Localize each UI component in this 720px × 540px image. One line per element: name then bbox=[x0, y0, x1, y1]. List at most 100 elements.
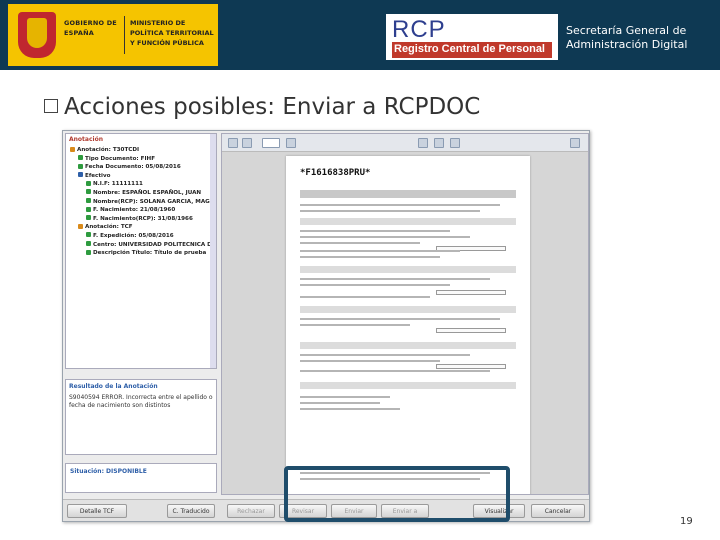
tree-node-icon bbox=[78, 223, 83, 229]
document-line bbox=[300, 402, 380, 404]
tree-item[interactable]: F. Nacimiento: 21/08/1960 bbox=[66, 206, 216, 215]
tree-item[interactable]: N.I.F: 11111111 bbox=[66, 180, 216, 189]
tree-item-label: Efectivo bbox=[85, 172, 111, 179]
document-section bbox=[300, 218, 516, 225]
rcp-logo-text: RCP bbox=[392, 16, 446, 43]
tree-item[interactable]: Tipo Documento: FIHF bbox=[66, 155, 216, 164]
document-line bbox=[300, 236, 470, 238]
tree-item-label: F. Nacimiento: 21/08/1960 bbox=[93, 207, 176, 214]
annotation-tree: Anotación Anotación: T30TCDI Tipo Documen… bbox=[65, 133, 217, 369]
tree-node-icon bbox=[78, 163, 83, 169]
document-line bbox=[300, 408, 400, 410]
slide-header: GOBIERNO DE ESPAÑA MINISTERIO DE POLÍTIC… bbox=[0, 0, 720, 70]
coat-of-arms-icon bbox=[18, 12, 56, 58]
zoom-out-icon[interactable] bbox=[450, 138, 460, 148]
ministerio-label: MINISTERIO DE POLÍTICA TERRITORIAL Y FUN… bbox=[130, 19, 214, 47]
document-line bbox=[300, 354, 470, 356]
tree-item[interactable]: Efectivo bbox=[66, 172, 216, 181]
viewer-toolbar bbox=[222, 134, 588, 152]
tree-node-icon bbox=[86, 180, 91, 186]
tree-item-label: F. Nacimiento(RCP): 31/08/1966 bbox=[93, 215, 193, 222]
tree-node-icon bbox=[78, 172, 83, 178]
app-screenshot: Anotación Anotación: T30TCDI Tipo Documen… bbox=[62, 130, 590, 522]
tree-node-icon bbox=[86, 241, 91, 247]
document-section bbox=[300, 342, 516, 349]
document-line bbox=[300, 396, 390, 398]
action-button[interactable]: Rechazar bbox=[227, 504, 275, 518]
document-code: *F1616838PRU* bbox=[300, 168, 371, 178]
tree-scrollbar[interactable] bbox=[210, 134, 216, 368]
page-field[interactable] bbox=[262, 138, 280, 148]
page-number: 19 bbox=[680, 516, 693, 527]
tree-item-label: F. Expedición: 05/08/2016 bbox=[93, 232, 174, 239]
tree-item[interactable]: Nombre: ESPAÑOL ESPAÑOL, JUAN bbox=[66, 189, 216, 198]
situation-panel: Situación: DISPONIBLE bbox=[65, 463, 217, 493]
result-heading: Resultado de la Anotación bbox=[69, 383, 158, 390]
document-line bbox=[300, 242, 420, 244]
action-button[interactable]: C. Traducido bbox=[167, 504, 215, 518]
situation-status: Situación: DISPONIBLE bbox=[70, 468, 147, 475]
prev-page-icon[interactable] bbox=[228, 138, 238, 148]
action-button[interactable]: Detalle TCF bbox=[67, 504, 127, 518]
action-button[interactable]: Cancelar bbox=[531, 504, 585, 518]
tree-item[interactable]: Anotación: T30TCDI bbox=[66, 146, 216, 155]
fit-page-icon[interactable] bbox=[418, 138, 428, 148]
tree-node-icon bbox=[86, 249, 91, 255]
close-icon[interactable] bbox=[570, 138, 580, 148]
slide-title: Acciones posibles: Enviar a RCPDOC bbox=[44, 94, 480, 120]
document-field bbox=[436, 364, 506, 369]
document-line bbox=[300, 360, 440, 362]
tree-item-label: Nombre(RCP): SOLANA GARCIA, MAGDAL bbox=[93, 198, 217, 205]
secretaria-label: Secretaría General de Administración Dig… bbox=[566, 24, 688, 51]
document-line bbox=[300, 250, 460, 252]
document-viewer: *F1616838PRU* bbox=[221, 133, 589, 495]
tree-item-label: N.I.F: 11111111 bbox=[93, 181, 143, 188]
tree-item-label: Nombre: ESPAÑOL ESPAÑOL, JUAN bbox=[93, 189, 202, 196]
zoom-in-icon[interactable] bbox=[434, 138, 444, 148]
gobierno-label: GOBIERNO DE ESPAÑA bbox=[64, 19, 117, 37]
tree-item-label: Tipo Documento: FIHF bbox=[85, 155, 156, 162]
tree-node-icon bbox=[86, 198, 91, 204]
document-line bbox=[300, 296, 430, 298]
tree-node-icon bbox=[86, 215, 91, 221]
tree-rows: Anotación: T30TCDI Tipo Documento: FIHF Fe… bbox=[66, 146, 216, 258]
tree-item[interactable]: Nombre(RCP): SOLANA GARCIA, MAGDAL bbox=[66, 198, 216, 207]
slide-title-text: Acciones posibles: Enviar a RCPDOC bbox=[64, 94, 481, 120]
document-line bbox=[300, 278, 490, 280]
tree-item-label: Anotación: TCF bbox=[85, 224, 133, 231]
tree-item[interactable]: Centro: UNIVERSIDAD POLITECNICA DE MAI bbox=[66, 241, 216, 250]
bullet-icon bbox=[44, 99, 58, 113]
last-page-icon[interactable] bbox=[286, 138, 296, 148]
next-page-icon[interactable] bbox=[242, 138, 252, 148]
tree-node-icon bbox=[78, 155, 83, 161]
tree-node-icon bbox=[86, 189, 91, 195]
gobierno-logo: GOBIERNO DE ESPAÑA MINISTERIO DE POLÍTIC… bbox=[8, 4, 218, 66]
tree-item[interactable]: F. Expedición: 05/08/2016 bbox=[66, 232, 216, 241]
document-field bbox=[436, 328, 506, 333]
document-line bbox=[300, 230, 450, 232]
document-header-block bbox=[300, 190, 516, 198]
document-line bbox=[300, 256, 440, 258]
document-line bbox=[300, 370, 490, 372]
rcpdoc-highlight-frame bbox=[284, 466, 510, 522]
tree-node-icon bbox=[70, 146, 75, 152]
document-line bbox=[300, 284, 450, 286]
tree-node-icon bbox=[86, 206, 91, 212]
tree-item[interactable]: F. Nacimiento(RCP): 31/08/1966 bbox=[66, 215, 216, 224]
tree-node-icon bbox=[86, 232, 91, 238]
tree-item[interactable]: Fecha Documento: 05/08/2016 bbox=[66, 163, 216, 172]
tree-item-label: Descripción Título: Título de prueba bbox=[93, 250, 207, 257]
document-line bbox=[300, 324, 410, 326]
tree-item[interactable]: Descripción Título: Título de prueba bbox=[66, 249, 216, 258]
tree-item[interactable]: Anotación: TCF bbox=[66, 223, 216, 232]
document-line bbox=[300, 318, 500, 320]
document-page: *F1616838PRU* bbox=[286, 156, 530, 494]
logo-divider bbox=[124, 16, 125, 54]
document-section bbox=[300, 382, 516, 389]
rcp-logo: RCP Registro Central de Personal bbox=[386, 14, 558, 60]
document-line bbox=[300, 210, 480, 212]
tree-heading: Anotación bbox=[69, 136, 103, 143]
document-line bbox=[300, 204, 500, 206]
document-field bbox=[436, 290, 506, 295]
document-section bbox=[300, 306, 516, 313]
